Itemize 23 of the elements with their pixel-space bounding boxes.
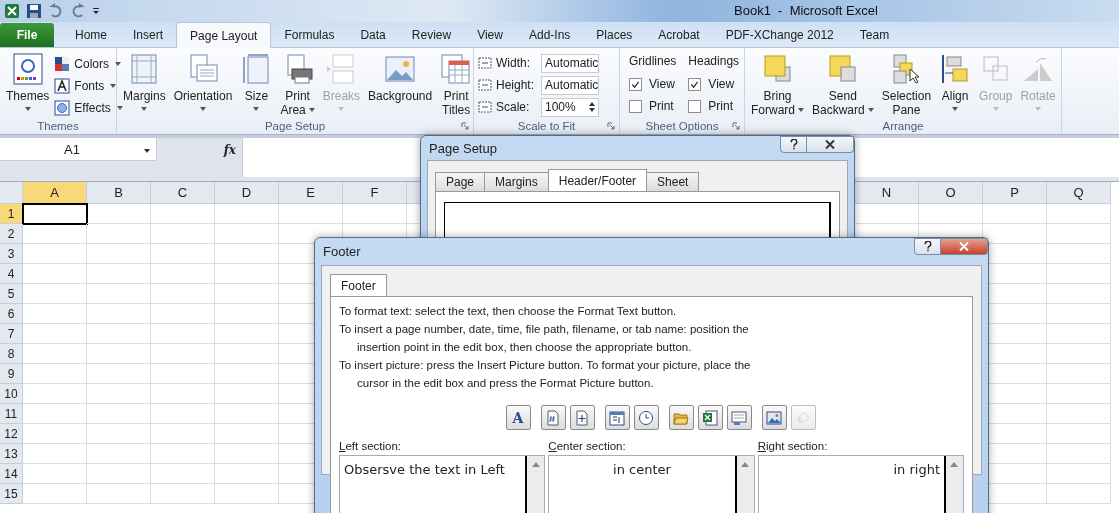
checkbox-label: View: [708, 77, 735, 91]
group-label: Arrange: [882, 120, 924, 132]
group-label: Sheet Options: [645, 120, 719, 132]
dialog-title: Page Setup: [429, 140, 497, 156]
group-label: Page Setup: [264, 120, 326, 132]
checkbox-label: Print: [708, 99, 734, 113]
option-heading: Gridlines: [629, 54, 677, 70]
field-label: Width:: [496, 56, 531, 70]
checkbox-label: Print: [649, 99, 674, 113]
section-label: Right section:: [757, 440, 829, 454]
group-label: Scale to Fit: [517, 120, 576, 132]
window-title: Book1 - Microsoft Excel: [734, 3, 878, 18]
dialog-title: Footer: [323, 244, 361, 259]
section-label: Left section:: [339, 440, 403, 454]
field-label: Scale:: [496, 100, 531, 114]
instruction-text: To format text: select the text, then choose the Format Text button.: [339, 304, 678, 319]
group-label: Themes: [37, 120, 79, 132]
instruction-text: To insert picture: press the Insert Picture button. To format your picture, place the cursor in the edit box and press the Format Picture button.: [339, 358, 752, 391]
option-heading: Headings: [688, 54, 740, 70]
instruction-text: To insert a page number, date, time, file path, filename, or tab name: position the insertion point in the edit box, then choose the appropriate button.: [339, 322, 750, 355]
checkbox-label: View: [649, 77, 675, 91]
section-label: Center section:: [548, 440, 627, 454]
field-label: Height:: [496, 78, 536, 92]
